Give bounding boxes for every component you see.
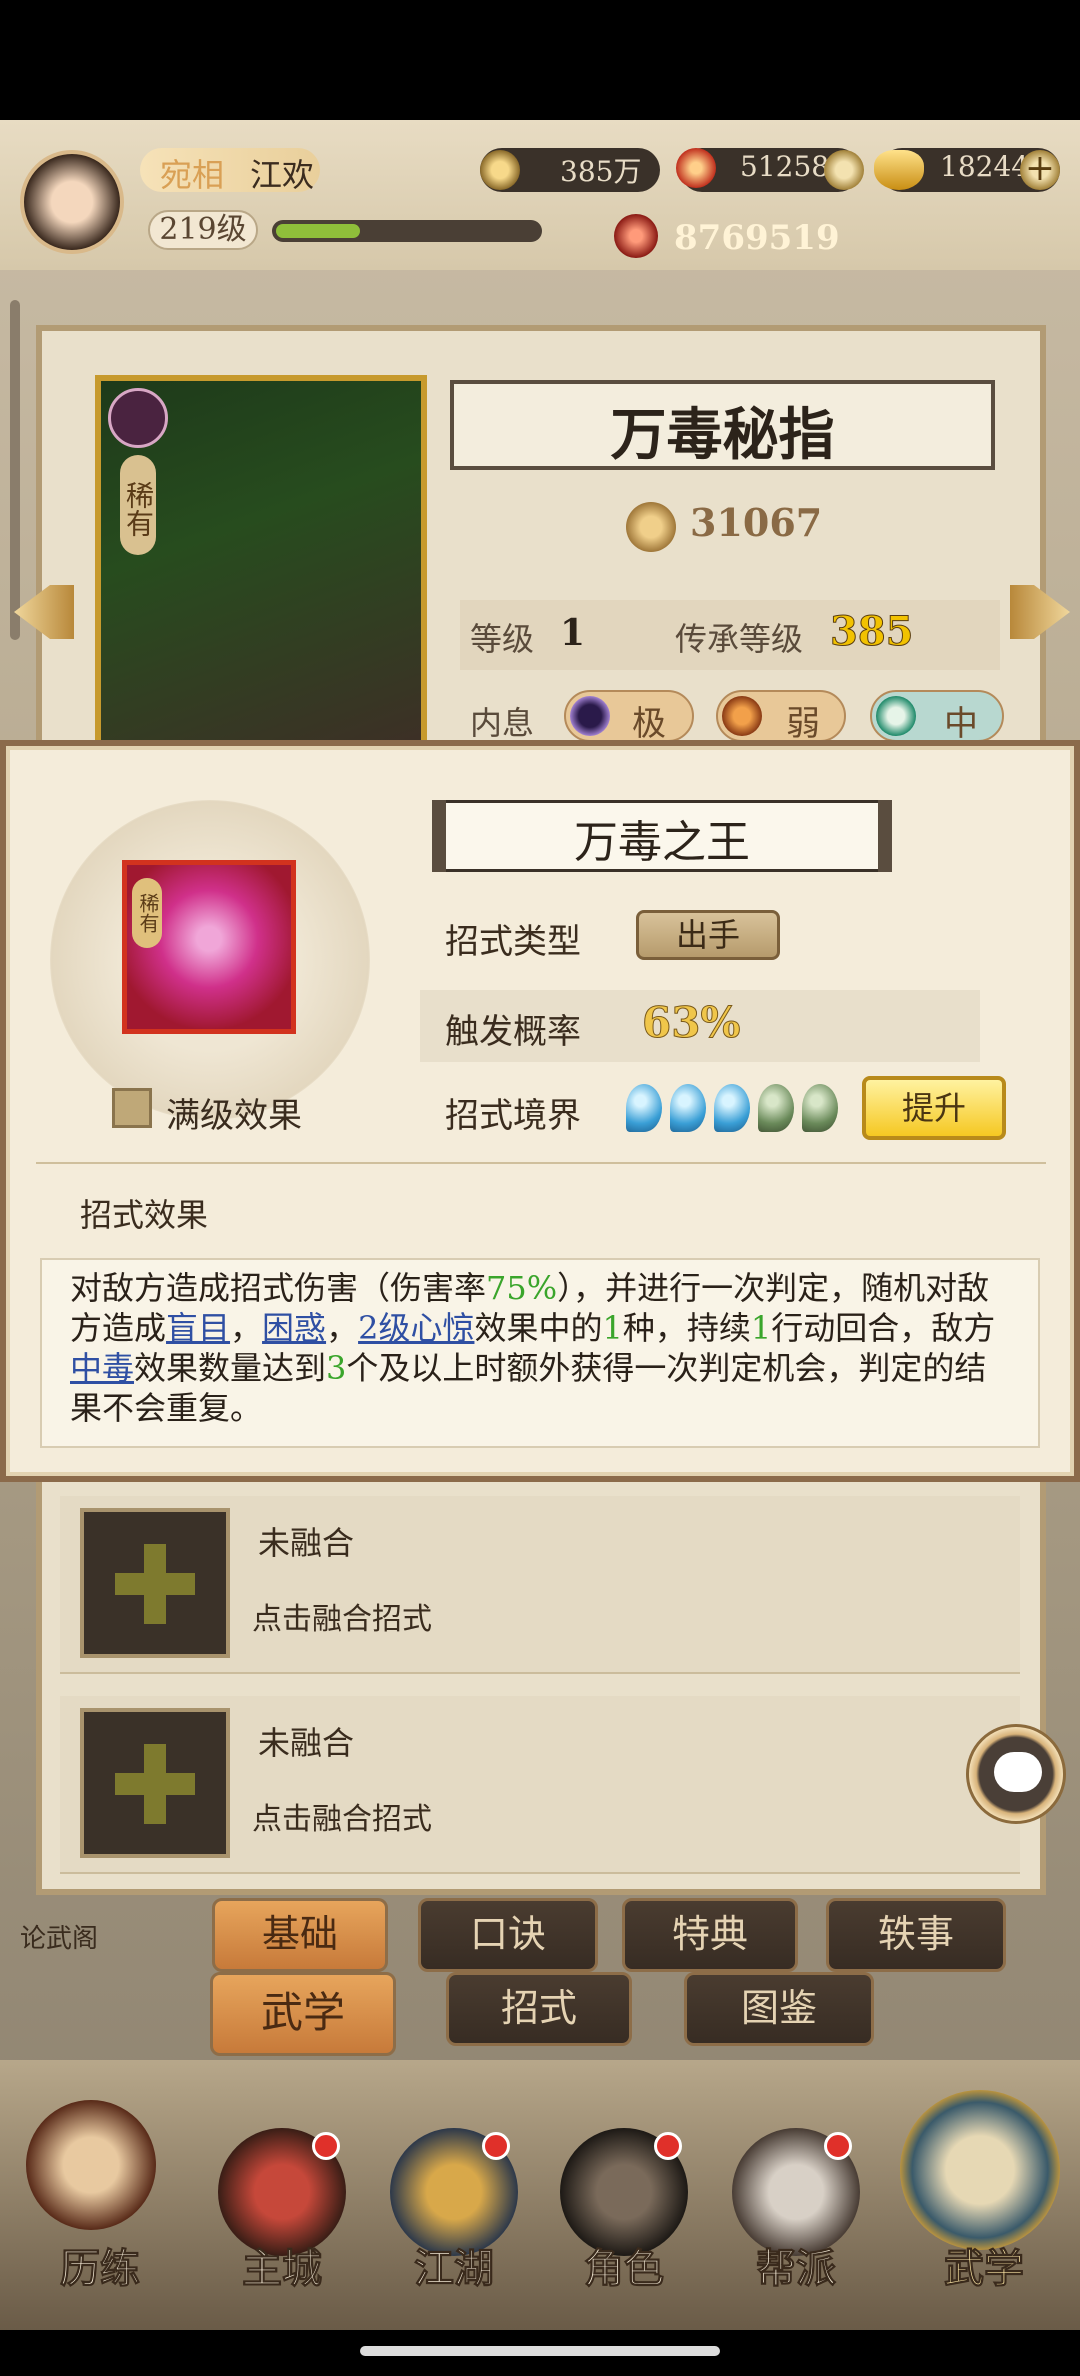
left-edge-handle [10,300,20,640]
sun-icon [722,696,762,736]
desc-text: ， [326,1309,359,1347]
realm-orb-4 [758,1084,794,1132]
nav-training[interactable]: 历练 [20,2236,180,2294]
tab-anecdote[interactable]: 轶事 [826,1898,1006,1972]
max-effect-label: 满级效果 [166,1096,302,1136]
desc-text: ， [230,1309,263,1347]
desc-damage-rate: 75% [486,1269,558,1307]
desc-number: 1 [750,1309,772,1347]
neixi-value-2: 弱 [786,704,820,744]
keyword-confusion-link[interactable]: 困惑 [262,1309,326,1347]
player-level: 219级 [148,210,258,250]
upgrade-button[interactable]: 提升 [862,1076,1006,1140]
power-icon [614,214,658,258]
city-notification-dot [312,2132,340,2160]
combat-power: 8769519 [674,218,840,258]
spirit-add-icon[interactable] [824,150,864,190]
desc-text: 效果数量达到 [134,1349,327,1387]
fusion-title-2: 未融合 [258,1724,355,1762]
desc-text: 种，持续 [622,1309,751,1347]
nav-city[interactable]: 主城 [202,2236,362,2294]
player-rank: 宛相 [160,156,225,194]
guild-notification-dot [824,2132,852,2160]
skill-score: 31067 [690,500,823,545]
realm-orb-3 [714,1084,750,1132]
nav-character[interactable]: 角色 [544,2236,704,2294]
move-rarity-tag: 稀有 [132,878,162,948]
neixi-value-1: 极 [632,704,666,744]
section-divider [36,1162,1046,1164]
desc-text: 对敌方造成招式伤害（伤害率 [70,1269,487,1307]
moon-icon [570,696,610,736]
fusion-title-1: 未融合 [258,1524,355,1562]
tab-martial-arts[interactable]: 武学 [210,1972,396,2056]
player-avatar[interactable] [20,150,124,254]
desc-text: 效果中的 [474,1309,603,1347]
skill-title: 万毒秘指 [610,402,835,468]
chat-bubble-icon [994,1752,1042,1792]
fusion-sub-1: 点击融合招式 [252,1602,432,1637]
nav-martial-arts[interactable]: 武学 [904,2236,1064,2294]
training-icon[interactable] [26,2100,156,2230]
keyword-poison-link[interactable]: 中毒 [70,1349,134,1387]
tab-basic[interactable]: 基础 [212,1898,388,1972]
status-bar [0,0,1080,120]
neixi-label: 内息 [470,704,535,742]
realm-orb-1 [626,1084,662,1132]
level-value: 1 [560,612,586,654]
trigger-rate-value: 63% [641,998,741,1048]
gold-ingot-icon [874,150,924,190]
nav-guild[interactable]: 帮派 [716,2236,876,2294]
spirit-value: 51258 [740,150,830,183]
plus-icon [144,1544,166,1624]
score-icon [626,502,676,552]
keyword-blind-link[interactable]: 盲目 [166,1309,230,1347]
copper-coin-icon [480,150,520,190]
tab-codex[interactable]: 图鉴 [684,1972,874,2046]
side-tab-lunwuge[interactable]: 论武阁 [20,1918,98,1955]
max-effect-checkbox[interactable] [112,1088,152,1128]
tab-formula[interactable]: 口诀 [418,1898,598,1972]
balance-icon [876,696,916,736]
character-notification-dot [654,2132,682,2160]
heir-level-label: 传承等级 [675,620,804,658]
trigger-rate-label: 触发概率 [445,1012,581,1052]
move-description: 对敌方造成招式伤害（伤害率75%），并进行一次判定，随机对敌方造成盲目，困惑，2… [70,1268,1010,1428]
poison-school-icon [108,388,168,448]
jianghu-notification-dot [482,2132,510,2160]
tab-moves[interactable]: 招式 [446,1972,632,2046]
tab-special[interactable]: 特典 [622,1898,798,1972]
heir-level-value: 385 [830,608,914,656]
desc-text: 行动回合，敌方 [771,1309,996,1347]
move-realm-label: 招式境界 [445,1096,581,1136]
copper-value: 385万 [560,155,642,188]
move-effect-heading: 招式效果 [80,1196,209,1234]
rarity-tag: 稀有 [120,455,156,555]
fusion-sub-2: 点击融合招式 [252,1802,432,1837]
neixi-value-3: 中 [944,704,978,744]
realm-orb-2 [670,1084,706,1132]
plus-icon [144,1744,166,1824]
move-type-label: 招式类型 [445,922,581,962]
gold-add-icon[interactable]: + [1020,150,1060,190]
exp-bar-fill [276,224,360,238]
desc-number: 1 [602,1309,623,1347]
keyword-fear-link[interactable]: 2级心惊 [358,1309,474,1347]
home-indicator[interactable] [360,2346,720,2356]
desc-number: 3 [326,1349,347,1387]
nav-jianghu[interactable]: 江湖 [374,2236,534,2294]
spirit-flame-icon [676,148,716,188]
move-title: 万毒之王 [574,817,750,868]
realm-orb-5 [802,1084,838,1132]
martial-arts-scroll-icon[interactable] [900,2090,1060,2250]
level-label: 等级 [470,620,535,658]
move-type-value: 出手 [636,910,780,960]
player-name: 江欢 [250,156,315,194]
gold-value: 18244 [940,150,1030,183]
